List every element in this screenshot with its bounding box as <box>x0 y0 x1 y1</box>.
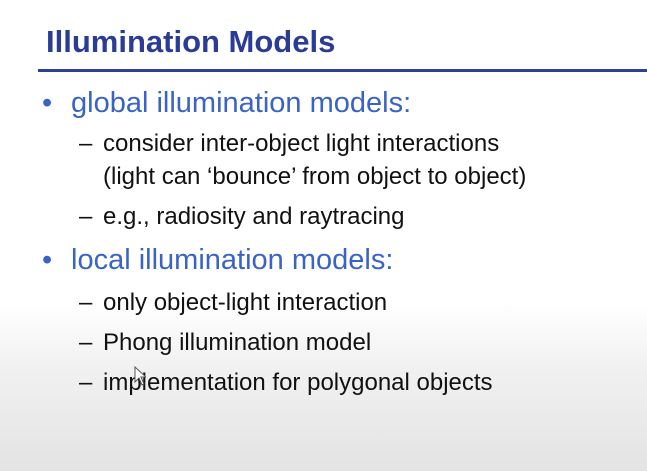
bullet-global-illumination: • global illumination models: <box>42 87 412 120</box>
subitem-local-1: – only object-light interaction <box>79 289 388 317</box>
bullet-local-illumination: • local illumination models: <box>42 244 394 277</box>
subitem-text: consider inter-object light interactions <box>103 130 500 157</box>
subitem-marker: – <box>79 289 93 316</box>
slide: Illumination Models • global illuminatio… <box>0 0 647 471</box>
subitem-local-3: – implementation for polygonal objects <box>79 369 493 397</box>
subitem-local-2: – Phong illumination model <box>79 329 372 357</box>
title-underline <box>38 69 647 72</box>
subitem-marker: – <box>79 203 93 230</box>
subitem-text: (light can ‘bounce’ from object to objec… <box>103 163 527 190</box>
subitem-text: Phong illumination model <box>103 329 372 356</box>
mouse-cursor-icon <box>134 366 146 386</box>
subitem-marker: – <box>79 329 93 356</box>
subitem-marker: – <box>79 369 93 396</box>
bullet-text: local illumination models: <box>71 244 394 276</box>
bullet-marker: • <box>42 87 53 119</box>
subitem-text: implementation for polygonal objects <box>103 369 493 396</box>
subitem-text: only object-light interaction <box>103 289 388 316</box>
subitem-global-1-line-1: – consider inter-object light interactio… <box>79 130 500 158</box>
bullet-text: global illumination models: <box>71 87 412 119</box>
bullet-marker: • <box>42 244 53 276</box>
subitem-text: e.g., radiosity and raytracing <box>103 203 405 230</box>
subitem-global-1-line-2: (light can ‘bounce’ from object to objec… <box>103 163 526 191</box>
slide-title: Illumination Models <box>46 24 336 59</box>
subitem-marker: – <box>79 130 93 157</box>
subitem-global-2: – e.g., radiosity and raytracing <box>79 203 405 231</box>
